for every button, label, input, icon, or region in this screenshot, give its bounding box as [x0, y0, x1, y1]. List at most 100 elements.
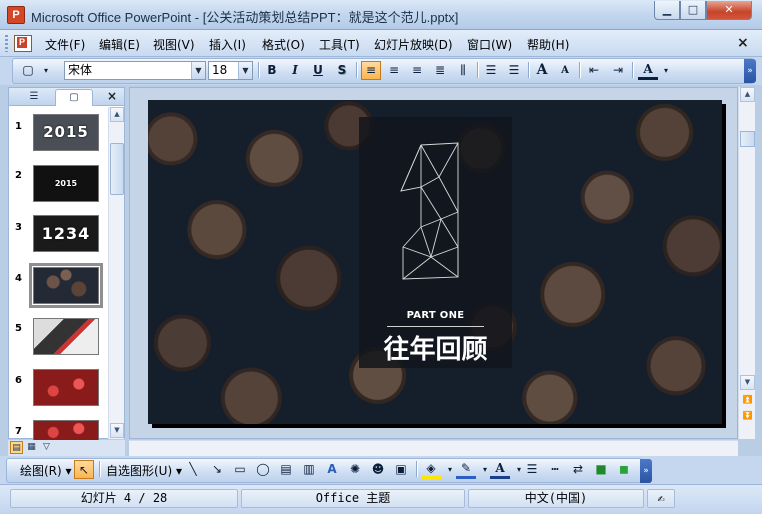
- chevron-down-icon[interactable]: ▼: [238, 62, 252, 79]
- slide-thumbnail-3[interactable]: 1234: [33, 215, 99, 252]
- dropdown-arrow-icon[interactable]: ▾: [36, 61, 56, 80]
- menu-format[interactable]: 格式(O): [262, 36, 305, 53]
- scrollbar-thumb[interactable]: [740, 131, 755, 147]
- distribute-button[interactable]: ⫼: [453, 61, 473, 80]
- wordart-icon[interactable]: A: [322, 460, 342, 479]
- toolbar-separator: [258, 62, 259, 78]
- increase-indent-button[interactable]: ⇥: [608, 61, 628, 80]
- shadow-button[interactable]: S: [332, 61, 352, 80]
- current-slide[interactable]: PART ONE 往年回顾: [148, 100, 722, 424]
- menu-edit[interactable]: 编辑(E): [99, 36, 140, 53]
- view-buttons: ▤ ▦ ▽: [8, 440, 125, 456]
- toolbar-separator: [579, 62, 580, 78]
- menu-help[interactable]: 帮助(H): [527, 36, 569, 53]
- increase-font-button[interactable]: A: [532, 61, 552, 80]
- line-color-icon[interactable]: ✎: [456, 460, 476, 479]
- select-objects-icon[interactable]: ↖: [74, 460, 94, 479]
- align-center-button[interactable]: ≡: [384, 61, 404, 80]
- theme-status: Office 主题: [241, 489, 465, 508]
- italic-button[interactable]: I: [285, 61, 305, 80]
- normal-view-icon[interactable]: ▤: [10, 441, 23, 454]
- diagram-icon[interactable]: ✺: [345, 460, 365, 479]
- menu-slideshow[interactable]: 幻灯片放映(D): [374, 36, 453, 53]
- line-style-icon[interactable]: ☰: [522, 460, 542, 479]
- menu-view[interactable]: 视图(V): [153, 36, 195, 53]
- scroll-up-icon[interactable]: ▲: [740, 87, 755, 102]
- pane-close-button[interactable]: ×: [107, 89, 117, 103]
- powerpoint-app-icon[interactable]: P: [7, 6, 25, 24]
- align-left-button[interactable]: ≡: [361, 61, 381, 80]
- font-name-value: 宋体: [68, 63, 93, 77]
- font-size-combo[interactable]: 18 ▼: [208, 61, 253, 80]
- font-color-button[interactable]: A: [638, 61, 658, 80]
- status-bar: 幻灯片 4 / 28 Office 主题 中文(中国) ✍: [0, 484, 762, 514]
- line-tool-icon[interactable]: ╲: [183, 460, 203, 479]
- slide-sorter-icon[interactable]: ▦: [25, 441, 38, 454]
- draw-menu-button[interactable]: 绘图(R) ▾: [20, 462, 72, 479]
- autoshapes-menu-button[interactable]: 自选图形(U) ▾: [106, 462, 182, 479]
- textbox-tool-icon[interactable]: ▤: [276, 460, 296, 479]
- slideshow-view-icon[interactable]: ▽: [40, 441, 53, 454]
- bold-button[interactable]: B: [262, 61, 282, 80]
- slide-thumbnail-1[interactable]: 2015: [33, 114, 99, 151]
- previous-slide-icon[interactable]: ⏫: [740, 393, 755, 408]
- clipart-icon[interactable]: ☻: [368, 460, 388, 479]
- scroll-down-icon[interactable]: ▼: [110, 423, 124, 438]
- new-slide-icon[interactable]: ▢: [18, 61, 38, 80]
- text-color-icon[interactable]: A: [490, 460, 510, 479]
- chevron-down-icon[interactable]: ▾: [656, 61, 676, 80]
- slide-vertical-scrollbar[interactable]: ▲ ▼ ⏫ ⏬: [738, 87, 755, 439]
- chevron-down-icon[interactable]: ▼: [191, 62, 205, 79]
- tab-outline[interactable]: ☰: [15, 89, 53, 106]
- fill-color-icon[interactable]: ◈: [421, 460, 441, 479]
- align-right-button[interactable]: ≡: [407, 61, 427, 80]
- picture-icon[interactable]: ▣: [391, 460, 411, 479]
- vertical-textbox-icon[interactable]: ▥: [299, 460, 319, 479]
- minimize-button[interactable]: ▁: [654, 1, 680, 20]
- close-button[interactable]: ✕: [706, 1, 752, 20]
- title-divider: [387, 326, 484, 327]
- toolbar-grip-icon[interactable]: [5, 35, 8, 52]
- underline-button[interactable]: U: [308, 61, 328, 80]
- decrease-font-button[interactable]: A: [555, 61, 575, 80]
- next-slide-icon[interactable]: ⏬: [740, 409, 755, 424]
- oval-tool-icon[interactable]: ◯: [253, 460, 273, 479]
- justify-icon[interactable]: ≣: [430, 61, 450, 80]
- slide-number: 6: [15, 375, 22, 386]
- 3d-style-icon[interactable]: ◼: [614, 460, 634, 479]
- spelling-check-icon[interactable]: ✍: [647, 489, 675, 508]
- maximize-button[interactable]: □: [680, 1, 706, 20]
- rectangle-tool-icon[interactable]: ▭: [230, 460, 250, 479]
- toolbar-options-button[interactable]: »: [744, 59, 756, 83]
- document-close-button[interactable]: ×: [737, 35, 749, 51]
- arrow-style-icon[interactable]: ⇄: [568, 460, 588, 479]
- numbering-button[interactable]: ☰: [481, 61, 501, 80]
- tab-slides[interactable]: ▢: [55, 89, 93, 106]
- menu-tools[interactable]: 工具(T): [319, 36, 360, 53]
- document-icon[interactable]: [14, 35, 32, 52]
- menu-file[interactable]: 文件(F): [45, 36, 85, 53]
- formatting-toolbar: ▢ ▾ 宋体 ▼ 18 ▼ B I U S ≡ ≡ ≡ ≣ ⫼ ☰ ☰ A A …: [0, 57, 762, 85]
- section-title: 往年回顾: [383, 335, 488, 365]
- slide-thumbnail-7[interactable]: [33, 420, 99, 440]
- menu-window[interactable]: 窗口(W): [467, 36, 512, 53]
- horizontal-scrollbar[interactable]: [129, 440, 738, 456]
- arrow-tool-icon[interactable]: ↘: [207, 460, 227, 479]
- slide-thumbnail-4[interactable]: [29, 263, 103, 308]
- pane-scrollbar[interactable]: ▲ ▼: [108, 107, 124, 439]
- bullets-button[interactable]: ☰: [504, 61, 524, 80]
- section-panel[interactable]: PART ONE 往年回顾: [359, 117, 512, 368]
- slide-thumbnail-2[interactable]: 2015: [33, 165, 99, 202]
- drawing-toolbar-options-button[interactable]: »: [640, 459, 652, 483]
- shadow-style-icon[interactable]: ■: [591, 460, 611, 479]
- slide-thumbnail-5[interactable]: [33, 318, 99, 355]
- slide-thumbnail-6[interactable]: [33, 369, 99, 406]
- language-status[interactable]: 中文(中国): [468, 489, 644, 508]
- scrollbar-thumb[interactable]: [110, 143, 124, 195]
- scroll-down-icon[interactable]: ▼: [740, 375, 755, 390]
- scroll-up-icon[interactable]: ▲: [110, 107, 124, 122]
- dash-style-icon[interactable]: ┅: [545, 460, 565, 479]
- font-name-combo[interactable]: 宋体 ▼: [64, 61, 206, 80]
- menu-insert[interactable]: 插入(I): [209, 36, 246, 53]
- decrease-indent-button[interactable]: ⇤: [584, 61, 604, 80]
